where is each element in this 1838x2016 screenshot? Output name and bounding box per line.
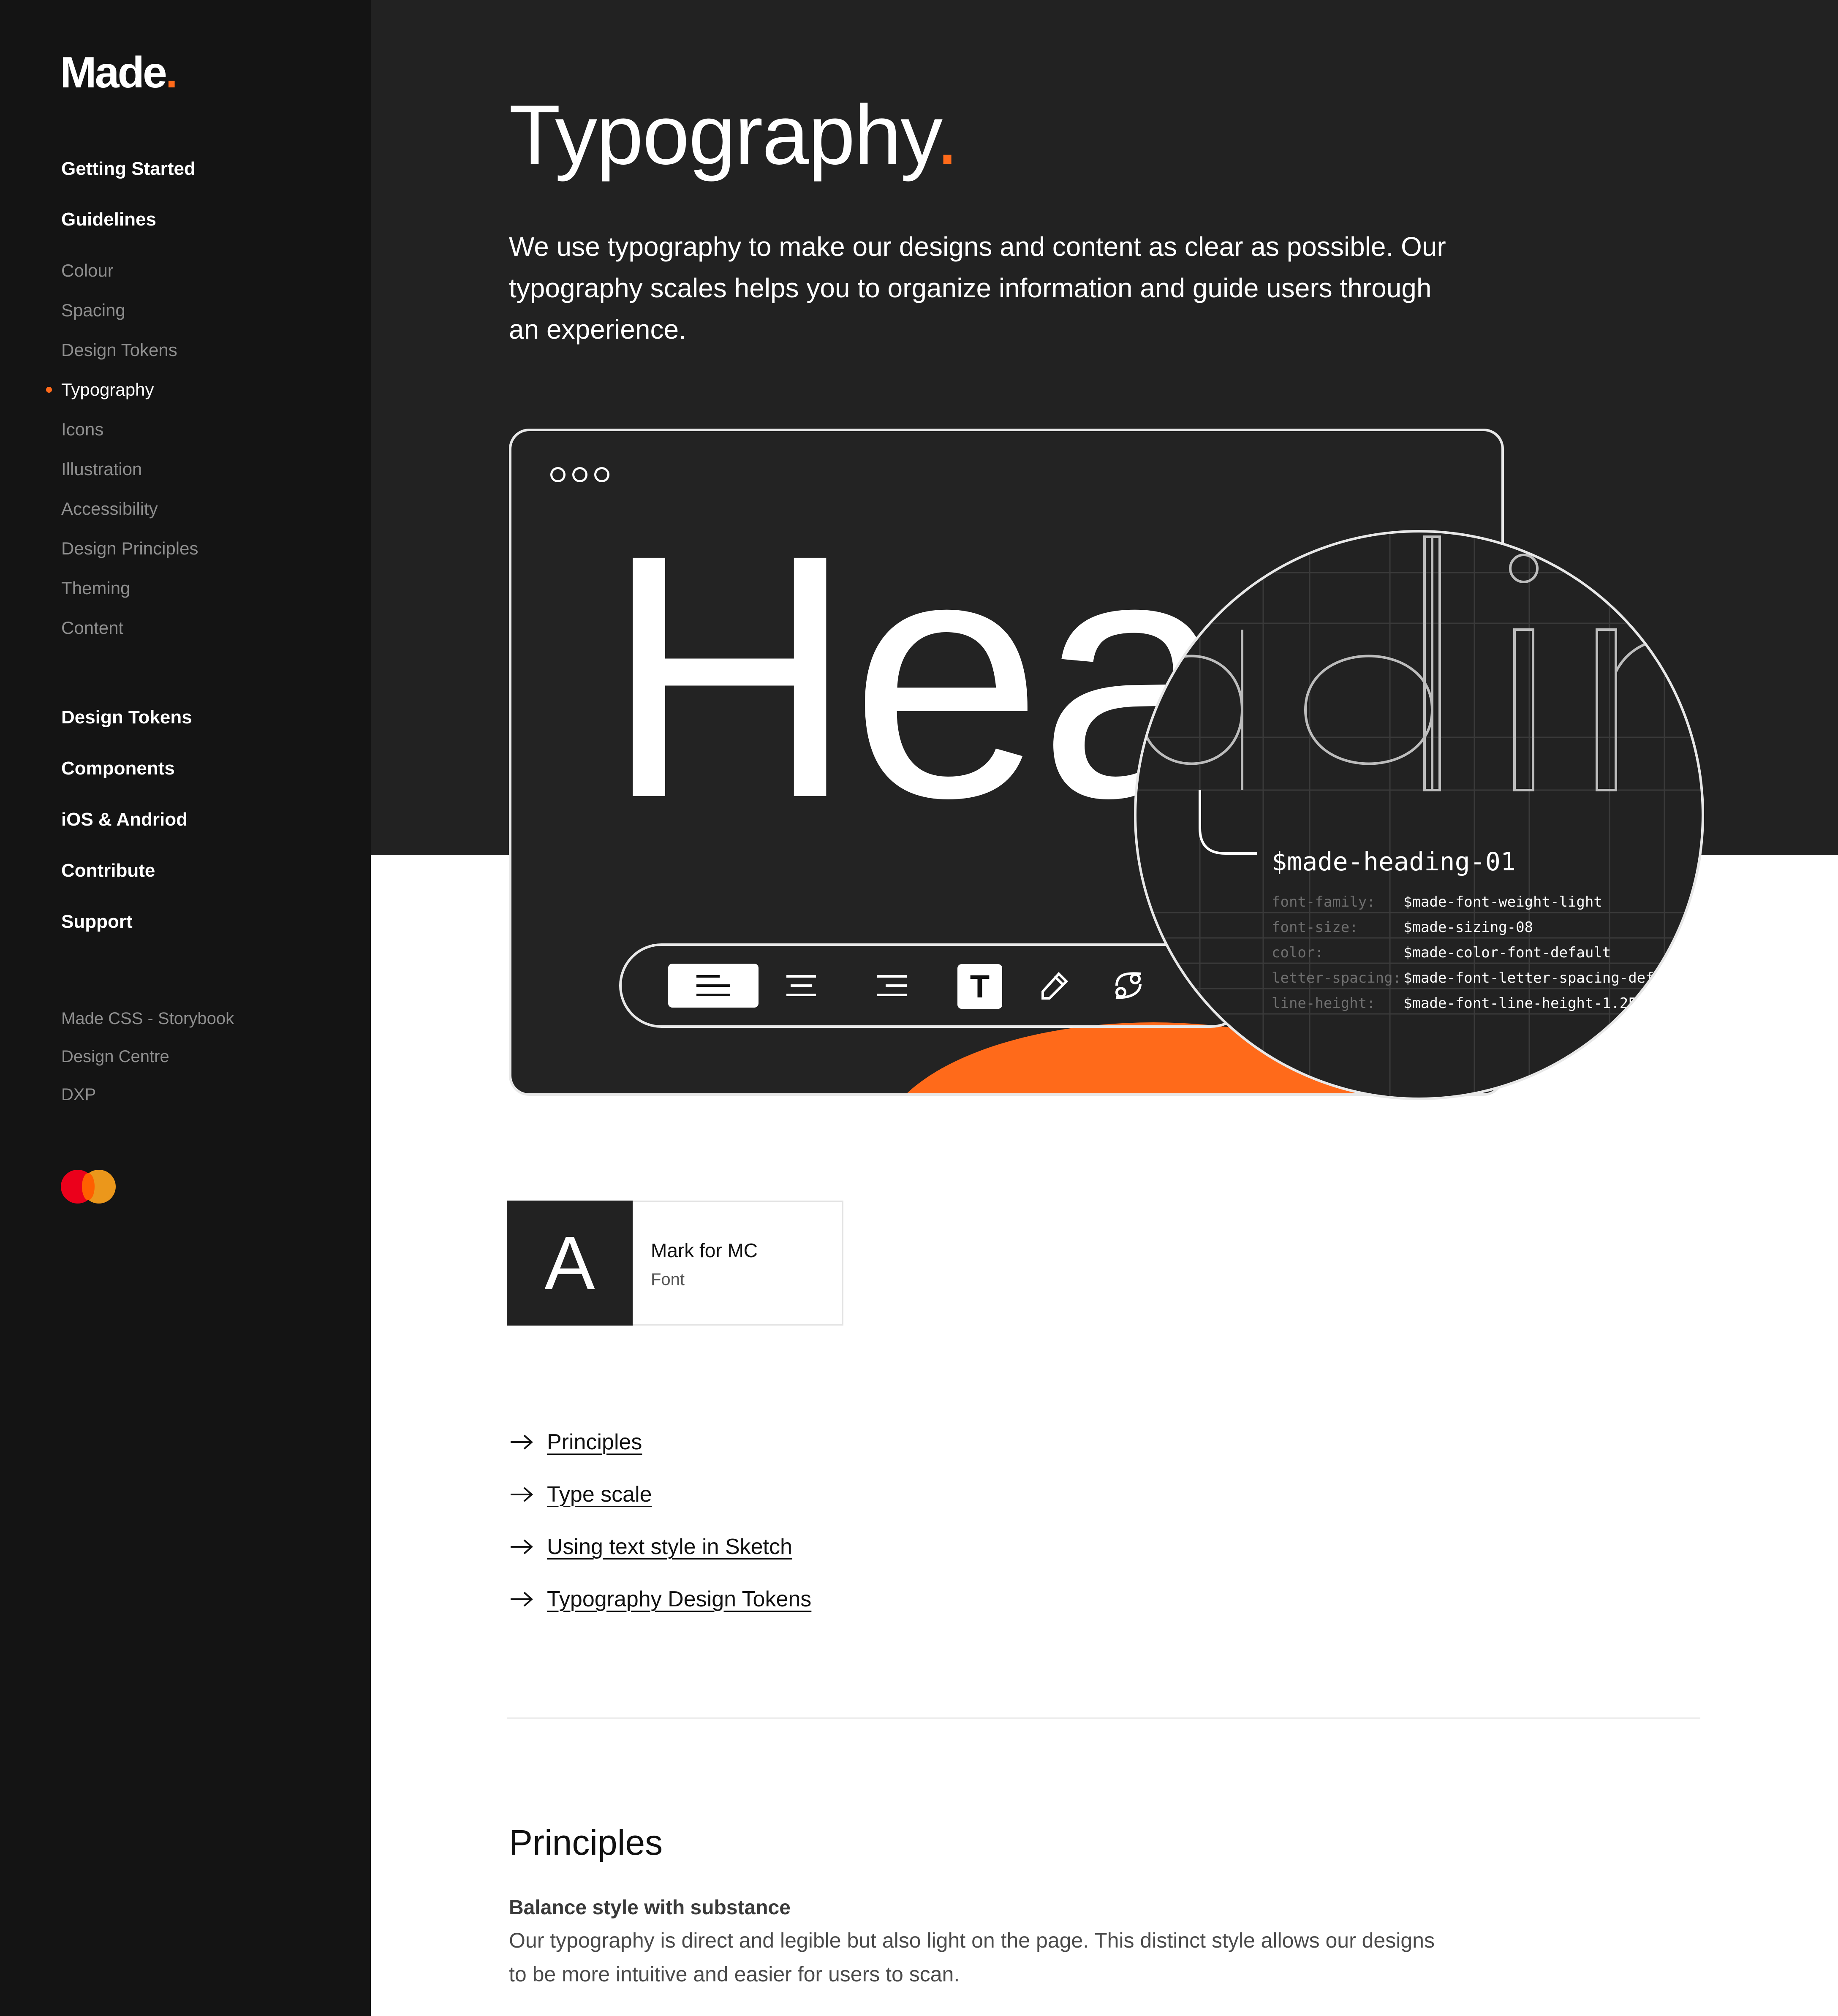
link-dxp[interactable]: DXP <box>61 1086 96 1103</box>
principle-title: Balance style with substance <box>509 1896 791 1919</box>
intro-paragraph: We use typography to make our designs an… <box>509 231 1446 345</box>
arrow-right-icon <box>511 1592 533 1607</box>
align-center-icon[interactable] <box>778 964 824 1008</box>
made-logo[interactable]: Made. <box>60 51 178 95</box>
nav-support[interactable]: Support <box>61 913 133 931</box>
align-right-icon[interactable] <box>869 964 915 1008</box>
anchor-link-sketch[interactable]: Using text style in Sketch <box>509 1532 792 1562</box>
magnifier-lens: $made-heading-01 font-family: $made-font-… <box>1134 530 1704 1100</box>
typography-illustration: Hea T $made-heading-01 font-family: $mad… <box>509 429 1708 1100</box>
nav-spacing[interactable]: Spacing <box>61 302 125 319</box>
nav-accessibility[interactable]: Accessibility <box>61 500 158 518</box>
principle-text: Our typography is direct and legible but… <box>509 1929 1435 1986</box>
arrow-right-icon <box>511 1539 533 1554</box>
spec-row: line-height: $made-font-line-height-1.25 <box>1272 995 1637 1012</box>
active-indicator <box>46 387 52 393</box>
arrow-right-icon <box>511 1435 533 1450</box>
nav-components[interactable]: Components <box>61 759 175 778</box>
font-name: Mark for MC <box>651 1239 758 1261</box>
nav-icons[interactable]: Icons <box>61 421 103 438</box>
nav-typography-label: Typography <box>61 380 154 399</box>
link-design-centre[interactable]: Design Centre <box>61 1048 169 1065</box>
arrow-right-icon <box>511 1487 533 1502</box>
page-title: Typography. <box>509 88 959 182</box>
token-name: $made-heading-01 <box>1272 847 1516 877</box>
nav-design-tokens-guideline[interactable]: Design Tokens <box>61 341 177 359</box>
window-controls <box>550 467 616 484</box>
mastercard-logo <box>61 1170 116 1204</box>
anchor-link-label: Typography Design Tokens <box>547 1587 812 1611</box>
anchor-link-type-scale[interactable]: Type scale <box>509 1480 652 1509</box>
lens-grid <box>1137 533 1702 1098</box>
spec-row: font-size: $made-sizing-08 <box>1272 919 1533 936</box>
nav-typography-active[interactable]: Typography <box>46 380 154 399</box>
nav-design-tokens[interactable]: Design Tokens <box>61 708 192 727</box>
section-divider <box>507 1717 1700 1719</box>
font-label: Font <box>651 1270 685 1289</box>
sidebar: Made. Getting Started Guidelines Colour … <box>0 0 371 2016</box>
eyedropper-icon[interactable] <box>1033 964 1076 1008</box>
spec-row: color: $made-color-font-default <box>1272 944 1611 961</box>
anchor-link-label: Type scale <box>547 1482 652 1507</box>
nav-content[interactable]: Content <box>61 619 123 637</box>
anchor-link-principles[interactable]: Principles <box>509 1427 642 1457</box>
nav-getting-started[interactable]: Getting Started <box>61 160 196 178</box>
spec-row: font-family: $made-font-weight-light <box>1272 894 1602 910</box>
align-left-icon[interactable] <box>668 964 759 1008</box>
font-glyph-swatch: A <box>507 1201 633 1326</box>
spec-row: letter-spacing: $made-font-letter-spacing… <box>1272 970 1663 986</box>
nav-colour[interactable]: Colour <box>61 262 114 280</box>
link-made-css-storybook[interactable]: Made CSS - Storybook <box>61 1010 234 1027</box>
nav-contribute[interactable]: Contribute <box>61 861 155 880</box>
nav-illustration[interactable]: Illustration <box>61 460 142 478</box>
anchor-link-label: Principles <box>547 1430 642 1454</box>
sample-heading-text: Hea <box>604 483 1231 869</box>
nav-theming[interactable]: Theming <box>61 579 130 597</box>
nav-design-principles[interactable]: Design Principles <box>61 540 198 557</box>
font-card: A Mark for MC Font <box>507 1201 843 1326</box>
nav-ios-android[interactable]: iOS & Andriod <box>61 810 188 829</box>
anchor-link-design-tokens[interactable]: Typography Design Tokens <box>509 1584 811 1614</box>
text-style-icon[interactable]: T <box>957 964 1002 1009</box>
principles-heading: Principles <box>509 1823 663 1862</box>
nav-guidelines[interactable]: Guidelines <box>61 210 156 229</box>
anchor-link-label: Using text style in Sketch <box>547 1535 792 1559</box>
